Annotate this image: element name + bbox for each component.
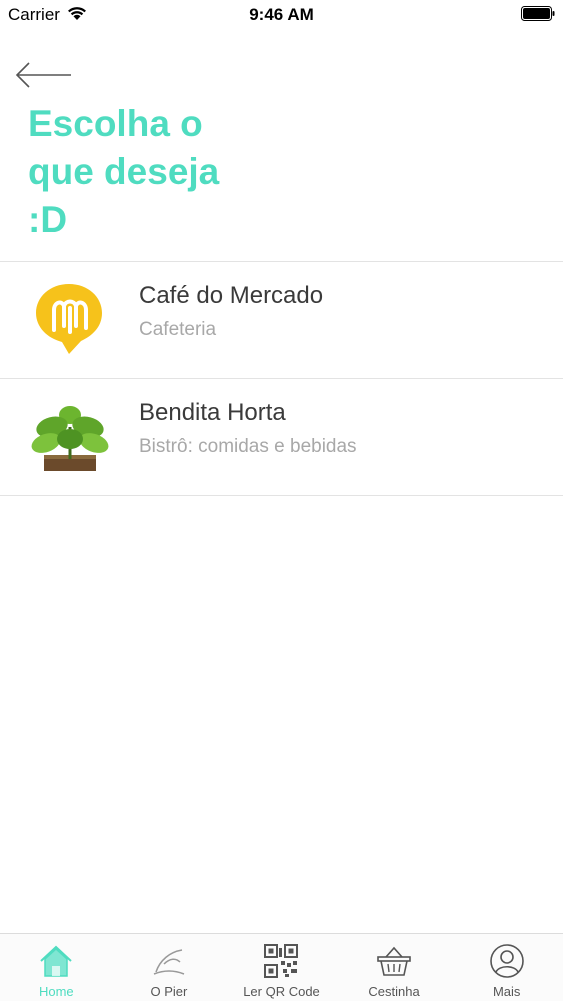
clock: 9:46 AM <box>249 5 314 24</box>
pier-icon <box>153 949 185 975</box>
tab-label: Mais <box>492 984 521 999</box>
tab-mais[interactable]: Mais <box>450 934 563 1001</box>
page-title-line: que deseja <box>28 151 220 192</box>
tab-label: Ler QR Code <box>243 984 320 999</box>
bendita-horta-logo <box>31 406 109 471</box>
status-bar: Carrier 9:46 AM <box>0 0 563 30</box>
store-item-cafe-do-mercado[interactable]: Café do Mercado Cafeteria <box>0 262 563 379</box>
store-name: Bendita Horta <box>139 399 286 426</box>
cafe-do-mercado-logo <box>36 284 102 354</box>
store-name: Café do Mercado <box>139 282 324 309</box>
arrow-left-icon <box>15 62 71 88</box>
user-icon <box>489 944 524 978</box>
tab-bar: Home O Pier Ler QR Code Cestinha Mais <box>0 933 563 1001</box>
store-item-bendita-horta[interactable]: Bendita Horta Bistrô: comidas e bebidas <box>0 379 563 496</box>
tab-label: Cestinha <box>368 984 420 999</box>
page-title-line: Escolha o <box>28 103 203 144</box>
home-icon <box>40 945 72 977</box>
battery-icon <box>521 6 555 21</box>
tab-o-pier[interactable]: O Pier <box>113 934 226 1001</box>
tab-label: O Pier <box>150 984 188 999</box>
tab-home[interactable]: Home <box>0 934 113 1001</box>
tab-cestinha[interactable]: Cestinha <box>338 934 451 1001</box>
qr-code-icon <box>264 944 299 978</box>
basket-icon <box>377 946 411 976</box>
tab-label: Home <box>38 984 74 999</box>
store-category: Cafeteria <box>139 319 217 340</box>
page-title: Escolha o que deseja :D <box>28 100 288 244</box>
store-list: Café do Mercado Cafeteria Bendita Horta … <box>0 261 563 496</box>
store-category: Bistrô: comidas e bebidas <box>139 436 357 457</box>
page-title-line: :D <box>28 199 68 240</box>
tab-ler-qr-code[interactable]: Ler QR Code <box>225 934 338 1001</box>
back-button[interactable] <box>14 58 74 92</box>
